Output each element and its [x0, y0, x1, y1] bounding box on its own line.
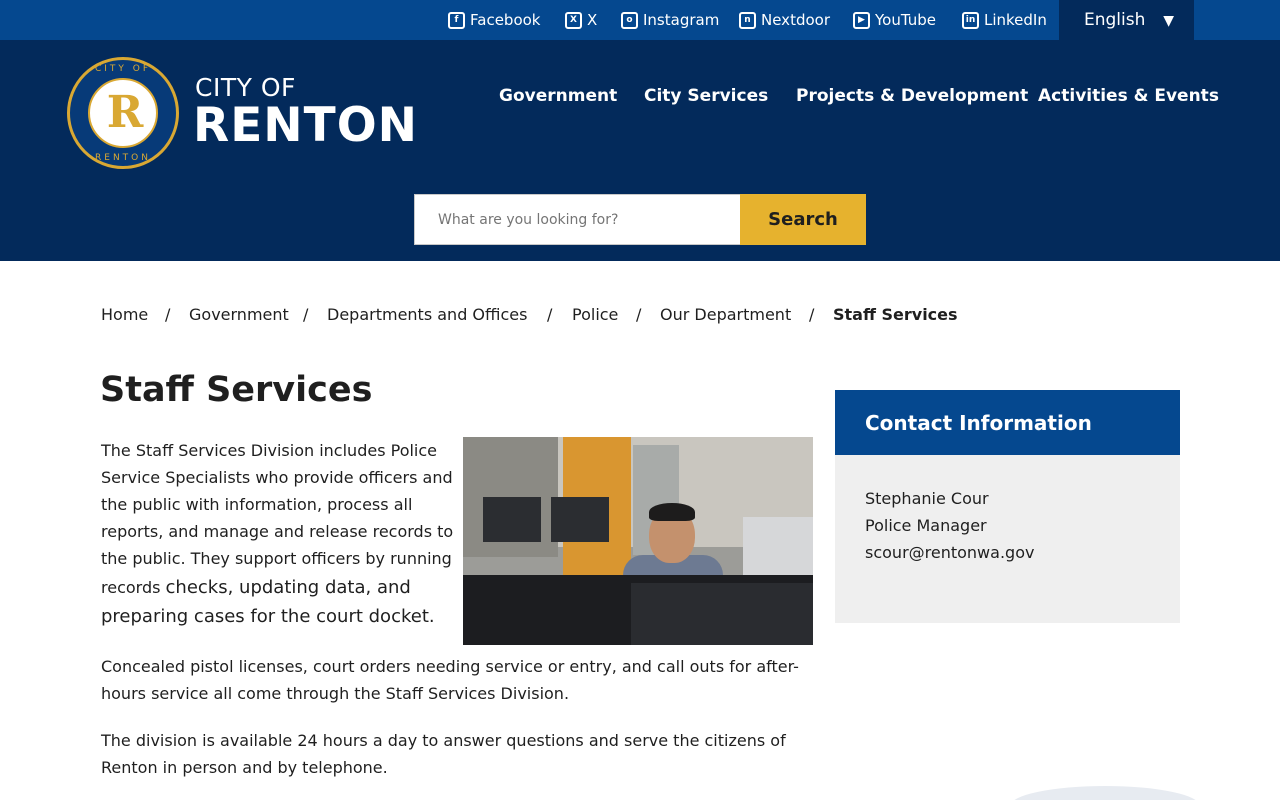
- staff-services-photo: [463, 437, 813, 645]
- intro-line: reports, and manage and release records …: [101, 522, 454, 541]
- breadcrumb-police[interactable]: Police: [572, 305, 618, 324]
- facebook-link[interactable]: f Facebook: [448, 0, 540, 40]
- chevron-down-icon: ▼: [1163, 13, 1174, 29]
- instagram-link[interactable]: o Instagram: [621, 0, 719, 40]
- seal-center: R: [88, 78, 158, 148]
- breadcrumb-separator: /: [303, 305, 309, 324]
- intro-fragment: records: [101, 578, 166, 597]
- breadcrumb-separator: /: [165, 305, 171, 324]
- seal-letter: R: [106, 87, 144, 138]
- linkedin-icon: in: [962, 11, 979, 29]
- nextdoor-icon: n: [739, 11, 756, 29]
- intro-line: Service Specialists who provide officers…: [101, 468, 453, 487]
- decorative-shape: [1010, 786, 1200, 800]
- contact-email-link[interactable]: scour@rentonwa.gov: [865, 543, 1034, 562]
- paragraph-line: hours service all come through the Staff…: [101, 684, 570, 703]
- contact-info-panel: [835, 455, 1180, 623]
- search-field-wrapper: [414, 194, 741, 245]
- x-icon: X: [565, 11, 582, 29]
- paragraph-line: Renton in person and by telephone.: [101, 758, 388, 777]
- intro-line: The Staff Services Division includes Pol…: [101, 441, 438, 460]
- facebook-icon: f: [448, 11, 465, 29]
- nav-activities-events[interactable]: Activities & Events: [1038, 86, 1219, 106]
- breadcrumb-separator: /: [547, 305, 553, 324]
- youtube-link[interactable]: ▶ YouTube: [853, 0, 936, 40]
- x-link[interactable]: X X: [565, 0, 597, 40]
- contact-info-title: Contact Information: [865, 410, 1092, 435]
- contact-role: Police Manager: [865, 516, 987, 535]
- instagram-icon: o: [621, 11, 638, 29]
- intro-line-mixed: records checks, updating data, and: [101, 574, 411, 601]
- facebook-label: Facebook: [470, 11, 541, 29]
- nextdoor-label: Nextdoor: [761, 11, 830, 29]
- breadcrumb-our-department[interactable]: Our Department: [660, 305, 791, 324]
- logo-text-renton[interactable]: RENTON: [193, 98, 418, 153]
- contact-info-heading: Contact Information: [835, 390, 1180, 455]
- search-button[interactable]: Search: [740, 194, 866, 245]
- seal-text-top: CITY OF: [94, 64, 152, 74]
- x-label: X: [587, 11, 598, 29]
- language-select[interactable]: English ▼: [1059, 0, 1194, 40]
- intro-line: the public. They support officers by run…: [101, 549, 452, 568]
- intro-line-last: preparing cases for the court docket.: [101, 606, 435, 627]
- nav-projects-development[interactable]: Projects & Development: [796, 86, 1028, 106]
- linkedin-link[interactable]: in LinkedIn: [962, 0, 1047, 40]
- breadcrumb-home[interactable]: Home: [101, 305, 148, 324]
- breadcrumb-government[interactable]: Government: [189, 305, 289, 324]
- seal-text-bottom: RENTON: [95, 153, 151, 163]
- breadcrumb-separator: /: [636, 305, 642, 324]
- intro-line: the public with information, process all: [101, 495, 413, 514]
- intro-fragment-large: checks, updating data, and: [165, 577, 411, 598]
- youtube-icon: ▶: [853, 11, 870, 29]
- breadcrumb-departments[interactable]: Departments and Offices: [327, 305, 527, 324]
- nextdoor-link[interactable]: n Nextdoor: [739, 0, 830, 40]
- breadcrumb-separator: /: [809, 305, 815, 324]
- utility-bar: f Facebook X X o Instagram n Nextdoor ▶ …: [0, 0, 1280, 40]
- linkedin-label: LinkedIn: [984, 11, 1047, 29]
- paragraph-line: Concealed pistol licenses, court orders …: [101, 657, 799, 676]
- nav-government[interactable]: Government: [499, 86, 617, 106]
- instagram-label: Instagram: [643, 11, 720, 29]
- breadcrumb-current: Staff Services: [833, 305, 958, 324]
- paragraph-line: The division is available 24 hours a day…: [101, 731, 786, 750]
- page-title: Staff Services: [100, 370, 373, 410]
- language-value: English: [1084, 10, 1146, 30]
- youtube-label: YouTube: [875, 11, 936, 29]
- contact-name: Stephanie Cour: [865, 489, 989, 508]
- nav-city-services[interactable]: City Services: [644, 86, 768, 106]
- search-input[interactable]: [415, 195, 740, 244]
- city-seal-logo[interactable]: CITY OF R RENTON: [67, 57, 179, 169]
